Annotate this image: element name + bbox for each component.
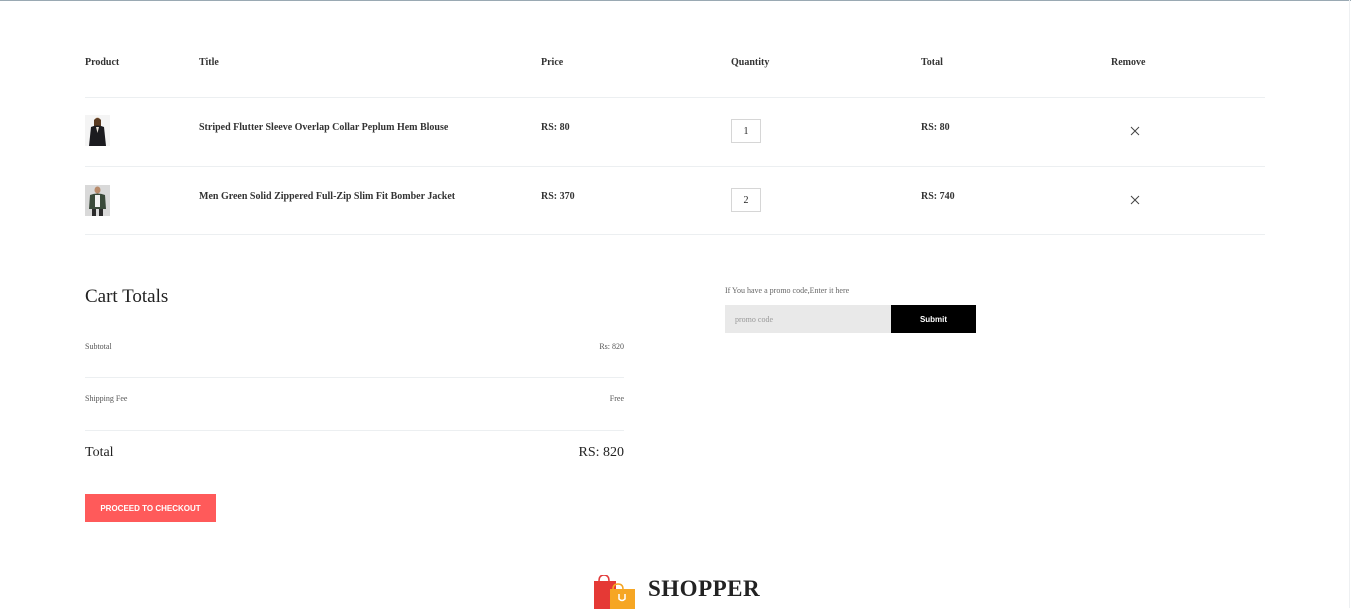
row-total: RS: 80 [921, 122, 950, 133]
subtotal-value: Rs: 820 [599, 342, 624, 351]
header-title: Title [199, 57, 219, 68]
quantity-input[interactable]: 1 [731, 119, 761, 143]
promo-hint: If You have a promo code,Enter it here [725, 286, 850, 295]
top-border [0, 0, 1351, 1]
scrollbar-track [1349, 0, 1350, 608]
total-label: Total [85, 445, 114, 460]
shipping-value: Free [609, 394, 624, 403]
product-title[interactable]: Striped Flutter Sleeve Overlap Collar Pe… [199, 122, 448, 133]
total-value: RS: 820 [578, 445, 624, 460]
product-image[interactable] [85, 115, 110, 146]
product-image[interactable] [85, 185, 110, 216]
divider [85, 377, 624, 378]
shipping-label: Shipping Fee [85, 394, 128, 403]
close-icon[interactable] [1129, 194, 1141, 206]
header-price: Price [541, 57, 564, 68]
divider [85, 234, 1265, 235]
divider [85, 430, 624, 431]
shopping-bags-icon [594, 575, 635, 609]
subtotal-label: Subtotal [85, 342, 112, 351]
cart-totals-title: Cart Totals [85, 286, 169, 307]
quantity-input[interactable]: 2 [731, 188, 761, 212]
divider [85, 166, 1265, 167]
header-remove: Remove [1111, 57, 1146, 68]
close-icon[interactable] [1129, 125, 1141, 137]
product-price: RS: 80 [541, 122, 570, 133]
submit-button[interactable]: Submit [891, 305, 976, 333]
header-total: Total [921, 57, 943, 68]
brand-name: SHOPPER [648, 576, 761, 601]
row-total: RS: 740 [921, 191, 955, 202]
header-quantity: Quantity [731, 57, 770, 68]
promo-code-input[interactable] [725, 305, 891, 333]
proceed-to-checkout-button[interactable]: PROCEED TO CHECKOUT [85, 494, 216, 522]
header-product: Product [85, 57, 120, 68]
product-title[interactable]: Men Green Solid Zippered Full-Zip Slim F… [199, 191, 455, 202]
divider [85, 97, 1265, 98]
product-price: RS: 370 [541, 191, 575, 202]
